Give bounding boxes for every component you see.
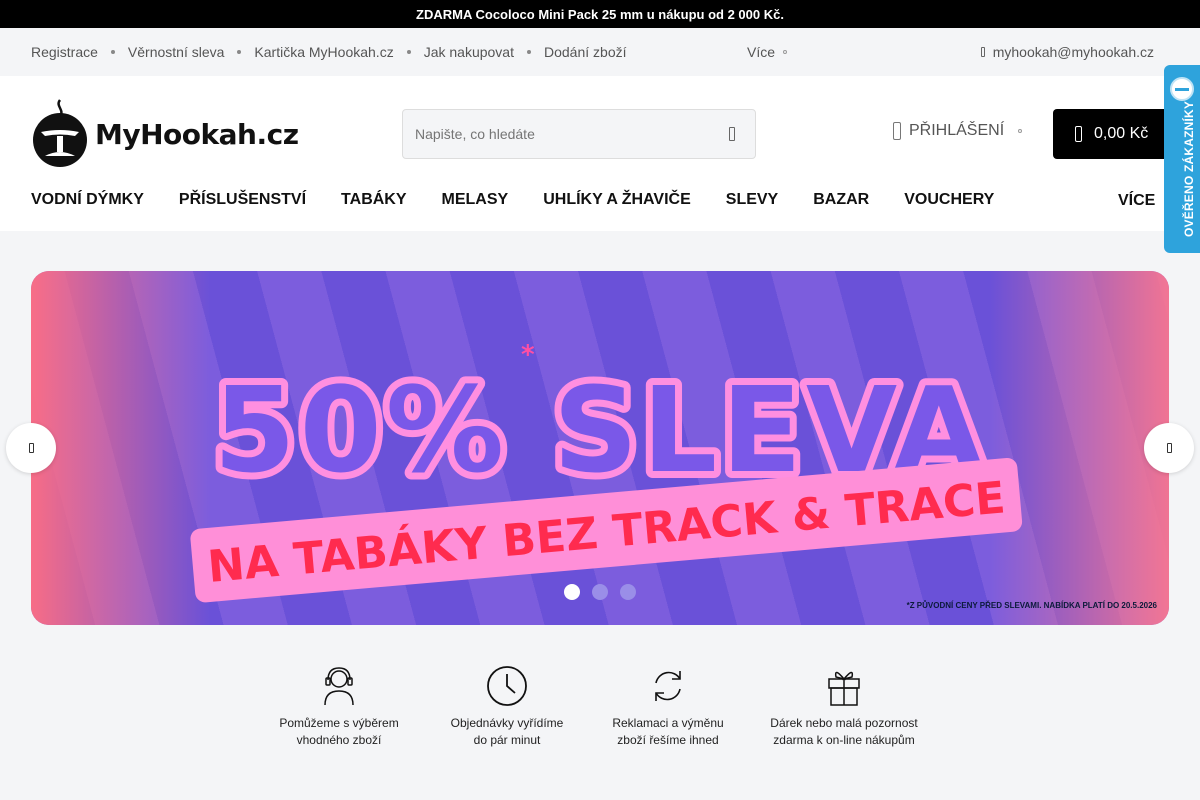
benefit-item: Pomůžeme s výběrem vhodného zboží	[249, 665, 429, 749]
promo-text: ZDARMA Cocoloco Mini Pack 25 mm u nákupu…	[416, 6, 784, 22]
nav-item-prislusenstvi[interactable]: PŘÍSLUŠENSTVÍ	[179, 191, 306, 209]
carousel-dot-2[interactable]	[592, 584, 608, 600]
chevron-right-icon	[1166, 443, 1172, 453]
mail-icon	[980, 47, 985, 57]
cart-total: 0,00 Kč	[1094, 125, 1149, 142]
top-links-more-label: Více	[747, 44, 776, 60]
benefit-line2: vhodného zboží	[296, 733, 382, 747]
verified-seal-icon	[1170, 77, 1194, 101]
search-box	[402, 109, 756, 159]
hero-banner[interactable]: 50% SLEVA * NA TABÁKY BEZ TRACK & TRACE …	[31, 271, 1169, 625]
carousel-dots	[564, 584, 636, 600]
top-links-bar: Registrace Věrnostní sleva Kartička MyHo…	[0, 28, 1200, 76]
benefit-line1: Pomůžeme s výběrem	[279, 716, 399, 730]
nav-item-uhliky[interactable]: UHLÍKY A ŽHAVIČE	[543, 191, 691, 209]
user-icon	[893, 122, 901, 140]
nav-item-slevy[interactable]: SLEVY	[726, 191, 778, 209]
benefit-line1: Reklamaci a výměnu	[612, 716, 724, 730]
verified-reviews-badge[interactable]: OVĚŘENO ZÁKAZNÍKY	[1164, 65, 1200, 253]
nav-item-tabaky[interactable]: TABÁKY	[341, 191, 406, 209]
top-link-karticka[interactable]: Kartička MyHookah.cz	[254, 44, 393, 60]
separator-dot	[110, 50, 115, 54]
carousel-dot-1[interactable]	[564, 584, 580, 600]
benefit-line2: zboží řešíme ihned	[617, 733, 719, 747]
search-input[interactable]	[403, 126, 703, 142]
hero-asterisk: *	[521, 340, 535, 370]
hero-graphic: 50% SLEVA * NA TABÁKY BEZ TRACK & TRACE	[190, 340, 1023, 603]
benefit-line1: Objednávky vyřídíme	[450, 716, 564, 730]
logo-text: MyHookah.cz	[95, 117, 299, 151]
promo-bar: ZDARMA Cocoloco Mini Pack 25 mm u nákupu…	[0, 0, 1200, 28]
nav-item-melasy[interactable]: MELASY	[442, 191, 509, 209]
carousel-dot-3[interactable]	[620, 584, 636, 600]
hookah-logo-icon	[33, 99, 87, 167]
site-logo[interactable]: MyHookah.cz	[31, 98, 299, 170]
nav-item-vice[interactable]: VÍCE	[1118, 192, 1155, 210]
site-header: MyHookah.cz PŘIHLÁŠENÍ 0,00 Kč VODNÍ DÝM…	[0, 76, 1200, 231]
benefit-line2: do pár minut	[473, 733, 541, 747]
top-link-registrace[interactable]: Registrace	[31, 44, 98, 60]
top-links-more[interactable]: Více	[747, 44, 788, 60]
nav-item-vodni-dymky[interactable]: VODNÍ DÝMKY	[31, 191, 144, 209]
cart-button[interactable]: 0,00 Kč	[1053, 109, 1169, 159]
carousel-prev-button[interactable]	[6, 423, 56, 473]
main-nav: VODNÍ DÝMKY PŘÍSLUŠENSTVÍ TABÁKY MELASY …	[31, 189, 1029, 211]
carousel-next-button[interactable]	[1144, 423, 1194, 473]
chevron-left-icon	[28, 443, 34, 453]
gift-icon	[828, 671, 860, 706]
top-link-dodani-zbozi[interactable]: Dodání zboží	[544, 44, 627, 60]
benefits-row: Pomůžeme s výběrem vhodného zboží Objedn…	[0, 665, 1200, 755]
chevron-down-icon	[783, 50, 788, 54]
contact-email[interactable]: myhookah@myhookah.cz	[980, 44, 1154, 60]
hero-footnote: *Z PŮVODNÍ CENY PŘED SLEVAMI. NABÍDKA PL…	[906, 601, 1157, 610]
nav-item-vouchery[interactable]: VOUCHERY	[904, 191, 994, 209]
benefit-line1: Dárek nebo malá pozornost	[770, 716, 918, 730]
contact-email-text: myhookah@myhookah.cz	[992, 44, 1154, 60]
login-label: PŘIHLÁŠENÍ	[909, 122, 1005, 139]
cart-icon	[1075, 126, 1082, 142]
benefit-line2: zdarma k on-line nákupům	[773, 733, 915, 747]
top-link-vernostni-sleva[interactable]: Věrnostní sleva	[128, 44, 225, 60]
separator-dot	[527, 50, 531, 54]
badge-text: OVĚŘENO ZÁKAZNÍKY	[1182, 100, 1196, 237]
nav-item-bazar[interactable]: BAZAR	[813, 191, 869, 209]
login-button[interactable]: PŘIHLÁŠENÍ	[893, 122, 1023, 140]
separator-dot	[406, 50, 411, 54]
top-link-jak-nakupovat[interactable]: Jak nakupovat	[424, 44, 514, 60]
chevron-down-icon	[1018, 129, 1023, 133]
refresh-icon	[655, 671, 681, 701]
separator-dot	[237, 50, 242, 54]
clock-icon	[487, 666, 527, 706]
benefit-item: Objednávky vyřídíme do pár minut	[417, 665, 597, 749]
benefit-item: Dárek nebo malá pozornost zdarma k on-li…	[754, 665, 934, 749]
benefit-item: Reklamaci a výměnu zboží řešíme ihned	[578, 665, 758, 749]
top-links: Registrace Věrnostní sleva Kartička MyHo…	[31, 44, 627, 60]
headset-icon	[324, 667, 354, 706]
search-icon[interactable]	[729, 127, 735, 141]
